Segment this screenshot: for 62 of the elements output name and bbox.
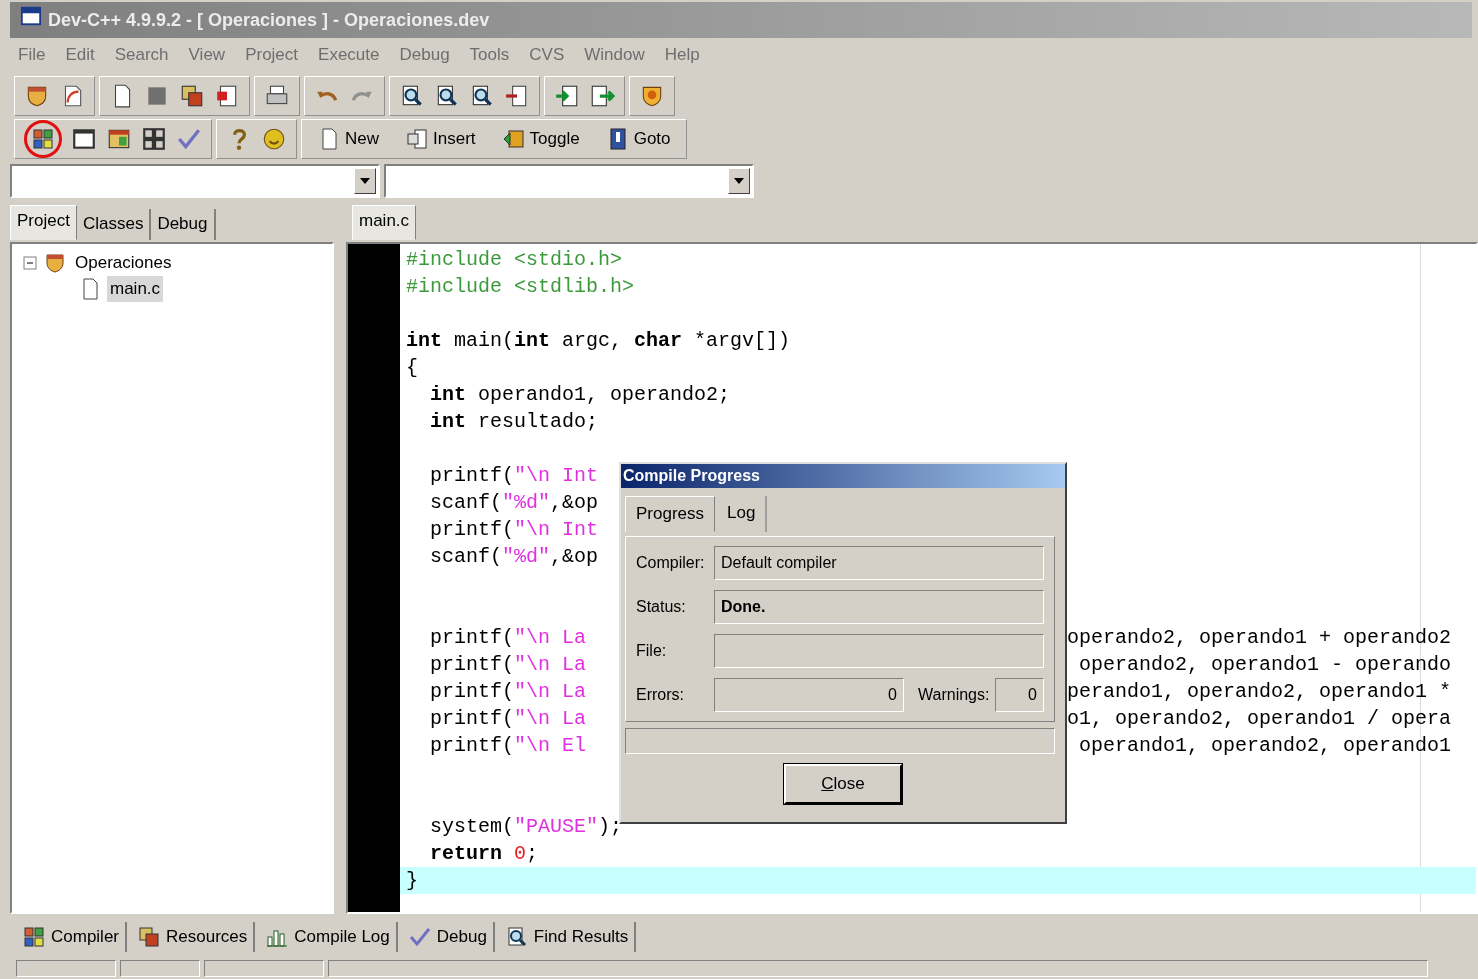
read-only-field: Done. — [714, 589, 1044, 624]
tree-item[interactable]: Operaciones — [72, 250, 175, 276]
tab[interactable]: Progress — [625, 496, 716, 532]
read-only-field: 0 — [714, 677, 904, 712]
code-line: scanf("%d",&op — [429, 491, 599, 514]
dropdown-field[interactable] — [10, 164, 380, 198]
code-line: int operando1, operando2; — [429, 383, 731, 406]
toolbar-button[interactable]: Toggle — [495, 122, 586, 155]
code-line: printf("\n Int — [429, 464, 599, 487]
tab[interactable]: Compiler — [51, 924, 120, 950]
code-text: printf("\n El — [429, 733, 588, 759]
check-icon — [407, 925, 432, 949]
code-line: int main(int argc, char *argv[]) — [406, 329, 791, 352]
tab[interactable]: main.c — [352, 204, 417, 240]
grid-icon — [22, 925, 46, 949]
code-text: o1, operando2, operando1 / opera — [1067, 706, 1453, 732]
collapse-icon[interactable] — [22, 255, 38, 271]
tab[interactable]: Log — [717, 496, 768, 532]
code-line: scanf("%d",&op — [429, 545, 599, 568]
code-line: int resultado; — [429, 410, 599, 433]
code-line: #include <stdio.h> — [406, 248, 623, 271]
dialog-title: Compile Progress — [621, 464, 1065, 488]
field-label: Compiler: — [636, 552, 706, 573]
field-label: File: — [636, 640, 668, 661]
toolbar-button[interactable]: Goto — [599, 122, 677, 155]
code-text: operando2, operando1 - operando — [1078, 652, 1453, 678]
window-title: Dev-C++ 4.9.9.2 - [ Operaciones ] - Operaciones.dev — [48, 8, 490, 32]
code-editor[interactable] — [346, 242, 1478, 914]
code-text: printf("\n La — [429, 706, 588, 732]
code-line: printf("\n Int — [429, 518, 599, 541]
code-text: printf("\n La — [429, 652, 588, 678]
field-label: Errors: — [636, 684, 685, 705]
field-label: Status: — [636, 596, 687, 617]
grid-icon[interactable] — [141, 125, 167, 152]
code-line: } — [406, 869, 418, 892]
tab[interactable]: Debug — [436, 924, 487, 950]
read-only-field: 0 — [995, 677, 1044, 712]
read-only-field: Default compiler — [714, 545, 1044, 580]
grid-icon[interactable] — [31, 126, 55, 151]
app-icon — [20, 5, 42, 27]
code-text: printf("\n La — [429, 625, 588, 651]
close-button[interactable]: Close — [784, 763, 902, 804]
code-text: operando2, operando1 + operando2 — [1067, 625, 1453, 651]
tab[interactable]: Project — [10, 204, 77, 240]
toolbar-button[interactable]: New — [311, 122, 385, 155]
stacked-pages-icon — [137, 925, 162, 949]
tab[interactable]: Resources — [166, 924, 248, 950]
shield-icon — [43, 251, 67, 275]
code-line: system("PAUSE"); — [429, 815, 623, 838]
code-text: perando1, operando2, operando1 * — [1067, 679, 1453, 705]
toolbar-button[interactable]: Insert — [399, 122, 482, 155]
field-label: Warnings: — [918, 684, 990, 705]
insert-icon — [405, 126, 429, 151]
code-text: printf("\n La — [429, 679, 588, 705]
tab[interactable]: Find Results — [533, 924, 629, 950]
code-text: operando1, operando2, operando1 — [1078, 733, 1453, 759]
dropdown-field[interactable] — [384, 164, 754, 198]
code-line: { — [406, 356, 418, 379]
tree-item[interactable]: main.c — [107, 276, 164, 302]
code-line: #include <stdlib.h> — [406, 275, 635, 298]
code-line: return 0; — [429, 842, 539, 865]
tab[interactable]: Compile Log — [294, 924, 390, 950]
